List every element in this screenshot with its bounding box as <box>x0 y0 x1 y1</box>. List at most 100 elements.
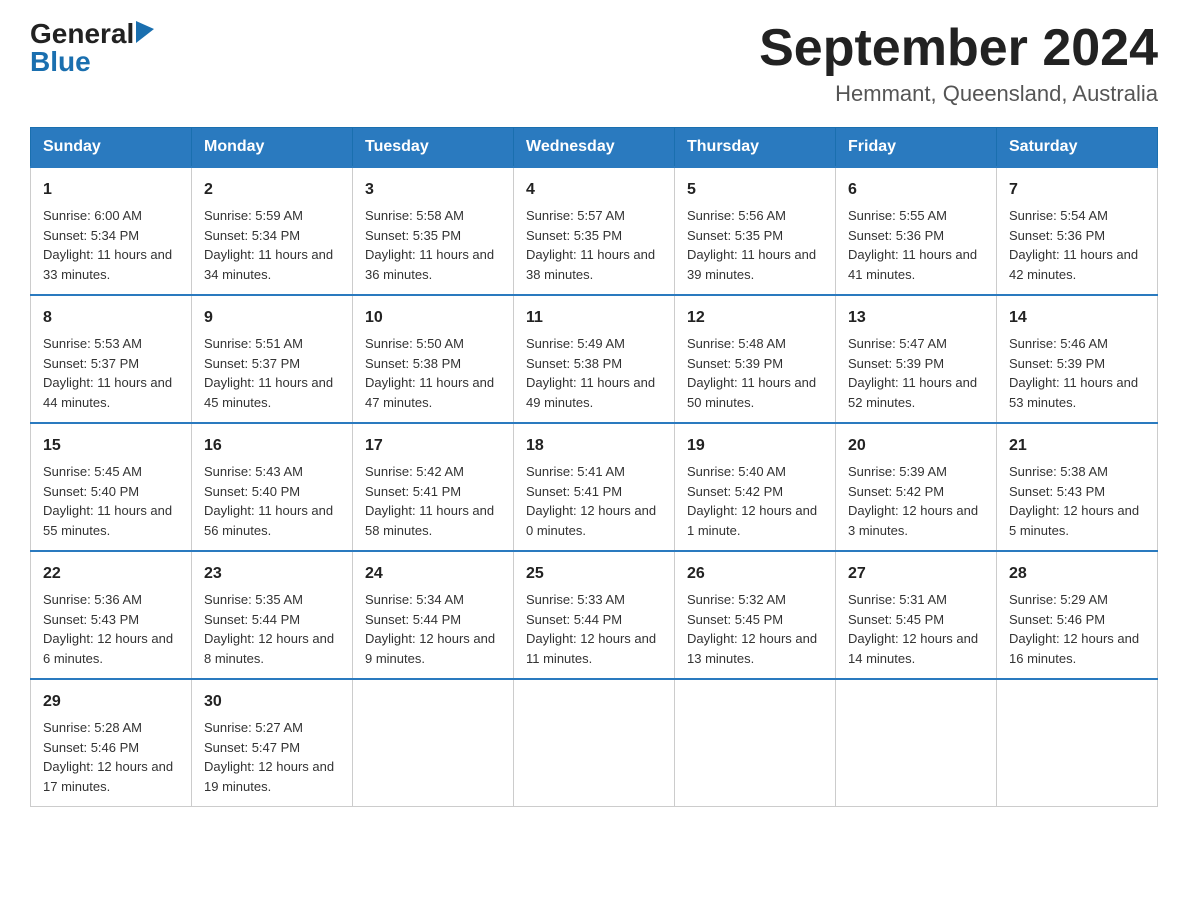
calendar-cell: 25 Sunrise: 5:33 AMSunset: 5:44 PMDaylig… <box>514 551 675 679</box>
week-row-4: 22 Sunrise: 5:36 AMSunset: 5:43 PMDaylig… <box>31 551 1158 679</box>
day-number: 26 <box>687 562 823 586</box>
day-info: Sunrise: 5:28 AMSunset: 5:46 PMDaylight:… <box>43 720 173 794</box>
day-info: Sunrise: 5:46 AMSunset: 5:39 PMDaylight:… <box>1009 336 1138 410</box>
day-info: Sunrise: 5:33 AMSunset: 5:44 PMDaylight:… <box>526 592 656 666</box>
calendar-cell <box>353 679 514 807</box>
week-row-3: 15 Sunrise: 5:45 AMSunset: 5:40 PMDaylig… <box>31 423 1158 551</box>
day-info: Sunrise: 5:38 AMSunset: 5:43 PMDaylight:… <box>1009 464 1139 538</box>
day-info: Sunrise: 5:45 AMSunset: 5:40 PMDaylight:… <box>43 464 172 538</box>
day-number: 8 <box>43 306 179 330</box>
day-number: 1 <box>43 178 179 202</box>
day-number: 19 <box>687 434 823 458</box>
day-header-tuesday: Tuesday <box>353 128 514 168</box>
day-number: 27 <box>848 562 984 586</box>
day-info: Sunrise: 5:47 AMSunset: 5:39 PMDaylight:… <box>848 336 977 410</box>
calendar-cell <box>997 679 1158 807</box>
day-info: Sunrise: 5:59 AMSunset: 5:34 PMDaylight:… <box>204 208 333 282</box>
day-info: Sunrise: 5:50 AMSunset: 5:38 PMDaylight:… <box>365 336 494 410</box>
logo-blue-text: Blue <box>30 46 91 77</box>
page-header: General Blue September 2024 Hemmant, Que… <box>30 20 1158 107</box>
calendar-cell: 4 Sunrise: 5:57 AMSunset: 5:35 PMDayligh… <box>514 167 675 295</box>
calendar-cell: 28 Sunrise: 5:29 AMSunset: 5:46 PMDaylig… <box>997 551 1158 679</box>
calendar-cell <box>836 679 997 807</box>
calendar-cell: 12 Sunrise: 5:48 AMSunset: 5:39 PMDaylig… <box>675 295 836 423</box>
day-number: 13 <box>848 306 984 330</box>
calendar-cell: 18 Sunrise: 5:41 AMSunset: 5:41 PMDaylig… <box>514 423 675 551</box>
day-number: 6 <box>848 178 984 202</box>
day-number: 28 <box>1009 562 1145 586</box>
calendar-cell: 3 Sunrise: 5:58 AMSunset: 5:35 PMDayligh… <box>353 167 514 295</box>
calendar-cell: 16 Sunrise: 5:43 AMSunset: 5:40 PMDaylig… <box>192 423 353 551</box>
calendar-subtitle: Hemmant, Queensland, Australia <box>759 81 1158 107</box>
day-number: 30 <box>204 690 340 714</box>
day-info: Sunrise: 5:58 AMSunset: 5:35 PMDaylight:… <box>365 208 494 282</box>
calendar-cell: 8 Sunrise: 5:53 AMSunset: 5:37 PMDayligh… <box>31 295 192 423</box>
day-info: Sunrise: 5:34 AMSunset: 5:44 PMDaylight:… <box>365 592 495 666</box>
day-info: Sunrise: 5:29 AMSunset: 5:46 PMDaylight:… <box>1009 592 1139 666</box>
calendar-cell: 24 Sunrise: 5:34 AMSunset: 5:44 PMDaylig… <box>353 551 514 679</box>
day-info: Sunrise: 5:42 AMSunset: 5:41 PMDaylight:… <box>365 464 494 538</box>
week-row-1: 1 Sunrise: 6:00 AMSunset: 5:34 PMDayligh… <box>31 167 1158 295</box>
calendar-cell: 14 Sunrise: 5:46 AMSunset: 5:39 PMDaylig… <box>997 295 1158 423</box>
day-number: 12 <box>687 306 823 330</box>
day-info: Sunrise: 5:43 AMSunset: 5:40 PMDaylight:… <box>204 464 333 538</box>
calendar-title: September 2024 <box>759 20 1158 77</box>
day-number: 21 <box>1009 434 1145 458</box>
day-number: 4 <box>526 178 662 202</box>
day-number: 23 <box>204 562 340 586</box>
day-number: 9 <box>204 306 340 330</box>
calendar-cell: 26 Sunrise: 5:32 AMSunset: 5:45 PMDaylig… <box>675 551 836 679</box>
week-row-5: 29 Sunrise: 5:28 AMSunset: 5:46 PMDaylig… <box>31 679 1158 807</box>
calendar-cell: 21 Sunrise: 5:38 AMSunset: 5:43 PMDaylig… <box>997 423 1158 551</box>
day-info: Sunrise: 5:39 AMSunset: 5:42 PMDaylight:… <box>848 464 978 538</box>
week-row-2: 8 Sunrise: 5:53 AMSunset: 5:37 PMDayligh… <box>31 295 1158 423</box>
day-info: Sunrise: 5:51 AMSunset: 5:37 PMDaylight:… <box>204 336 333 410</box>
day-number: 18 <box>526 434 662 458</box>
logo: General Blue <box>30 20 154 76</box>
day-info: Sunrise: 5:40 AMSunset: 5:42 PMDaylight:… <box>687 464 817 538</box>
calendar-cell: 13 Sunrise: 5:47 AMSunset: 5:39 PMDaylig… <box>836 295 997 423</box>
calendar-cell: 20 Sunrise: 5:39 AMSunset: 5:42 PMDaylig… <box>836 423 997 551</box>
day-number: 17 <box>365 434 501 458</box>
day-number: 2 <box>204 178 340 202</box>
day-number: 29 <box>43 690 179 714</box>
day-number: 25 <box>526 562 662 586</box>
day-header-saturday: Saturday <box>997 128 1158 168</box>
day-number: 24 <box>365 562 501 586</box>
day-header-sunday: Sunday <box>31 128 192 168</box>
day-info: Sunrise: 5:53 AMSunset: 5:37 PMDaylight:… <box>43 336 172 410</box>
calendar-cell: 9 Sunrise: 5:51 AMSunset: 5:37 PMDayligh… <box>192 295 353 423</box>
calendar-cell: 27 Sunrise: 5:31 AMSunset: 5:45 PMDaylig… <box>836 551 997 679</box>
day-number: 7 <box>1009 178 1145 202</box>
day-info: Sunrise: 5:56 AMSunset: 5:35 PMDaylight:… <box>687 208 816 282</box>
calendar-cell: 19 Sunrise: 5:40 AMSunset: 5:42 PMDaylig… <box>675 423 836 551</box>
calendar-table: SundayMondayTuesdayWednesdayThursdayFrid… <box>30 127 1158 807</box>
logo-triangle-icon <box>136 21 154 43</box>
day-number: 15 <box>43 434 179 458</box>
day-info: Sunrise: 5:32 AMSunset: 5:45 PMDaylight:… <box>687 592 817 666</box>
logo-general-text: General <box>30 20 134 48</box>
calendar-cell <box>514 679 675 807</box>
day-number: 22 <box>43 562 179 586</box>
day-info: Sunrise: 5:49 AMSunset: 5:38 PMDaylight:… <box>526 336 655 410</box>
calendar-cell <box>675 679 836 807</box>
calendar-cell: 15 Sunrise: 5:45 AMSunset: 5:40 PMDaylig… <box>31 423 192 551</box>
day-header-friday: Friday <box>836 128 997 168</box>
calendar-cell: 7 Sunrise: 5:54 AMSunset: 5:36 PMDayligh… <box>997 167 1158 295</box>
day-info: Sunrise: 5:27 AMSunset: 5:47 PMDaylight:… <box>204 720 334 794</box>
day-info: Sunrise: 5:35 AMSunset: 5:44 PMDaylight:… <box>204 592 334 666</box>
calendar-cell: 10 Sunrise: 5:50 AMSunset: 5:38 PMDaylig… <box>353 295 514 423</box>
calendar-cell: 17 Sunrise: 5:42 AMSunset: 5:41 PMDaylig… <box>353 423 514 551</box>
day-info: Sunrise: 5:48 AMSunset: 5:39 PMDaylight:… <box>687 336 816 410</box>
day-info: Sunrise: 5:36 AMSunset: 5:43 PMDaylight:… <box>43 592 173 666</box>
day-info: Sunrise: 6:00 AMSunset: 5:34 PMDaylight:… <box>43 208 172 282</box>
calendar-cell: 11 Sunrise: 5:49 AMSunset: 5:38 PMDaylig… <box>514 295 675 423</box>
day-number: 3 <box>365 178 501 202</box>
day-info: Sunrise: 5:31 AMSunset: 5:45 PMDaylight:… <box>848 592 978 666</box>
calendar-cell: 2 Sunrise: 5:59 AMSunset: 5:34 PMDayligh… <box>192 167 353 295</box>
day-number: 11 <box>526 306 662 330</box>
title-block: September 2024 Hemmant, Queensland, Aust… <box>759 20 1158 107</box>
day-number: 16 <box>204 434 340 458</box>
day-info: Sunrise: 5:57 AMSunset: 5:35 PMDaylight:… <box>526 208 655 282</box>
day-number: 10 <box>365 306 501 330</box>
